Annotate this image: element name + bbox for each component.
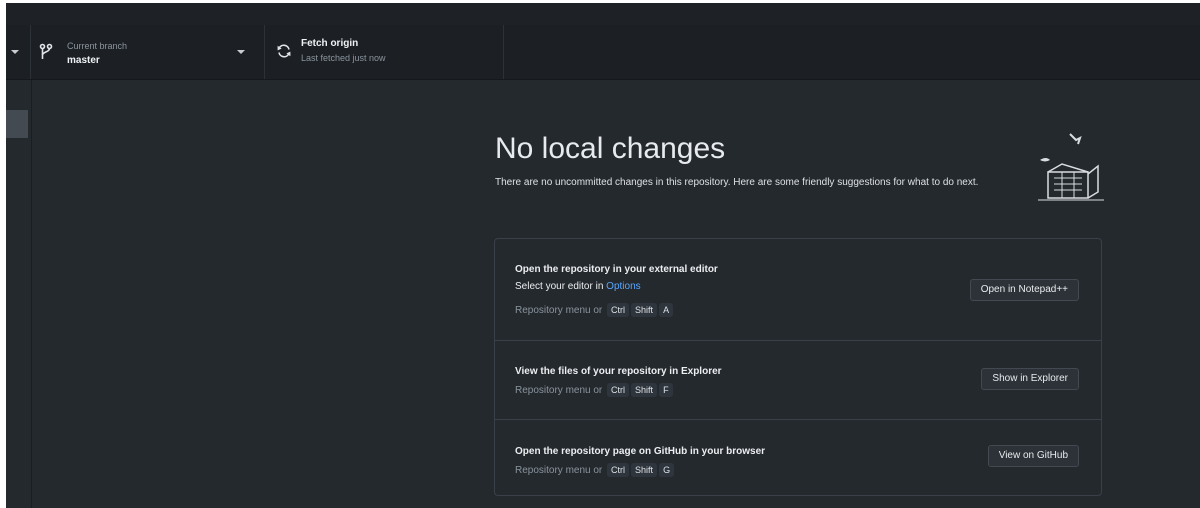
select-editor-text: Select your editor in Options [515, 281, 641, 292]
key-ctrl: Ctrl [607, 463, 630, 477]
suggestion-title: View the files of your repository in Exp… [515, 366, 722, 377]
fetch-origin-button[interactable]: Fetch origin Last fetched just now [265, 25, 504, 79]
key-ctrl: Ctrl [607, 303, 630, 317]
page-title: No local changes [495, 132, 726, 165]
fetch-status: Last fetched just now [301, 53, 386, 63]
sync-icon [277, 44, 291, 58]
current-branch-button[interactable]: Current branch master [31, 25, 265, 79]
suggestion-title: Open the repository in your external edi… [515, 264, 718, 275]
shortcut-prefix: Repository menu or [515, 465, 603, 476]
key-g: G [659, 463, 675, 477]
suggestion-github: Open the repository page on GitHub in yo… [495, 419, 1101, 497]
changes-sidebar [32, 80, 466, 508]
key-shift: Shift [631, 303, 658, 317]
triangle-down-icon [237, 50, 245, 54]
open-in-editor-button[interactable]: Open in Notepad++ [969, 279, 1079, 301]
repository-dropdown[interactable] [6, 25, 31, 79]
key-a: A [659, 303, 674, 317]
toolbar: Current branch master Fetch origin Last … [6, 25, 1200, 80]
key-f: F [659, 383, 673, 397]
suggestion-title: Open the repository page on GitHub in yo… [515, 446, 766, 457]
view-on-github-button[interactable]: View on GitHub [987, 445, 1079, 467]
key-ctrl: Ctrl [607, 383, 630, 397]
git-branch-icon [39, 43, 53, 59]
no-changes-view: No local changes There are no uncommitte… [466, 80, 1200, 508]
current-branch-name: master [67, 55, 100, 66]
description-text: There are no uncommitted changes in this… [495, 177, 979, 188]
key-shift: Shift [631, 463, 658, 477]
changes-tab[interactable] [6, 110, 28, 138]
suggestion-explorer: View the files of your repository in Exp… [495, 340, 1101, 420]
triangle-down-icon [11, 50, 19, 54]
suggestion-external-editor: Open the repository in your external edi… [495, 239, 1101, 341]
options-link[interactable]: Options [606, 281, 640, 292]
app-window: Current branch master Fetch origin Last … [6, 3, 1200, 508]
key-shift: Shift [631, 383, 658, 397]
shortcut-prefix: Repository menu or [515, 305, 603, 316]
select-editor-prefix: Select your editor in [515, 281, 604, 292]
fetch-origin-title: Fetch origin [301, 38, 359, 49]
suggestions-panel: Open the repository in your external edi… [494, 238, 1102, 496]
shortcut-prefix: Repository menu or [515, 385, 603, 396]
shortcut-hint: Repository menu or Ctrl Shift A [515, 303, 674, 317]
current-branch-label: Current branch [67, 41, 128, 51]
empty-state-illustration [1038, 133, 1104, 201]
shortcut-hint: Repository menu or Ctrl Shift F [515, 383, 673, 397]
shortcut-hint: Repository menu or Ctrl Shift G [515, 463, 675, 477]
title-bar [6, 3, 1200, 25]
show-in-explorer-button[interactable]: Show in Explorer [981, 368, 1079, 390]
left-rail [6, 80, 32, 508]
